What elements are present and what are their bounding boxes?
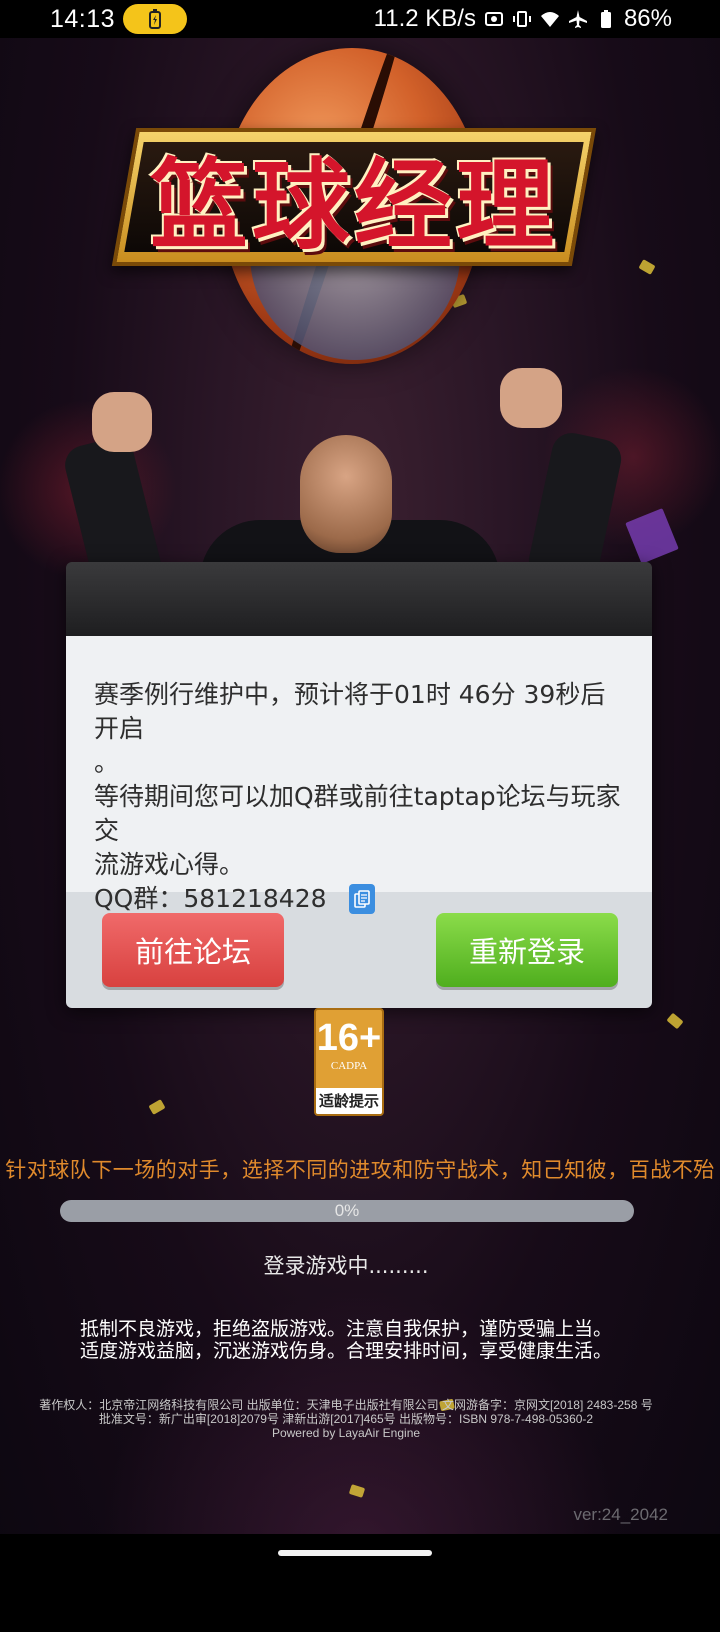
health-notice-line2: 适度游戏益脑，沉迷游戏伤身。合理安排时间，享受健康生活。 [79,1340,612,1362]
health-notice-line1: 抵制不良游戏，拒绝盗版游戏。注意自我保护，谨防受骗上当。 [79,1318,612,1340]
health-notice: 抵制不良游戏，拒绝盗版游戏。注意自我保护，谨防受骗上当。 适度游戏益脑，沉迷游戏… [0,1318,692,1362]
network-speed: 11.2 KB/s [373,5,476,32]
age-rating-tip: 适龄提示 [316,1088,382,1114]
dialog-body: 赛季例行维护中，预计将于01时 46分 39秒后开启 。 等待期间您可以加Q群或… [66,636,652,914]
copyright-line2: 批准文号：新广出审[2018]2079号 津新出游[2017]465号 出版物号… [98,1412,594,1426]
navigation-bar [0,1534,720,1632]
manager-left-fist [92,392,152,452]
battery-saver-icon [123,4,188,34]
copyright-line1: 著作权人：北京帝江网络科技有限公司 出版单位：天津电子出版社有限公司 文网游备字… [39,1398,653,1412]
vibrate-icon [512,11,531,27]
maintenance-message-tail: 。 [94,748,120,777]
gameplay-tip: 针对球队下一场的对手，选择不同的进攻和防守战术，知己知彼，百战不殆 [5,1158,715,1182]
status-indicators: 11.2 KB/s 86% [374,5,672,33]
game-logo-title: 篮球经理 [149,149,558,263]
copy-icon[interactable] [348,884,375,914]
manager-head [300,435,392,553]
home-gesture-handle[interactable] [278,1550,432,1556]
screenshot-icon [484,12,503,26]
maintenance-dialog: 赛季例行维护中，预计将于01时 46分 39秒后开启 。 等待期间您可以加Q群或… [66,562,652,1008]
dialog-header [66,562,652,636]
community-message-cont: 流游戏心得。 [94,850,245,879]
qq-number: 581218428 [183,884,327,913]
version-label: ver:24_2042 [573,1505,668,1524]
go-to-forum-button[interactable]: 前往论坛 [102,913,284,987]
qq-label: QQ群： [94,884,184,913]
status-bar: 14:13 11.2 KB/s 86% [0,0,720,38]
relogin-button[interactable]: 重新登录 [436,913,618,987]
community-message: 等待期间您可以加Q群或前往taptap论坛与玩家交 [94,782,621,845]
age-rating-badge: 16+ CADPA 适龄提示 [314,1008,384,1116]
manager-right-fist [500,368,562,428]
loading-status: 登录游戏中......... [263,1254,429,1278]
age-rating-number: 16+ [316,1017,382,1059]
progress-label: 0% [334,1201,360,1220]
battery-icon [600,10,611,28]
copyright-info: 著作权人：北京帝江网络科技有限公司 出版单位：天津电子出版社有限公司 文网游备字… [0,1398,692,1440]
status-time: 14:13 [50,4,116,33]
age-rating-org: CADPA [330,1060,368,1072]
airplane-icon [568,10,587,28]
wifi-icon [540,12,559,27]
battery-percent: 86% [623,5,672,32]
engine-credit: Powered by LayaAir Engine [271,1426,421,1440]
maintenance-message: 赛季例行维护中，预计将于01时 46分 39秒后开启 [94,680,606,743]
